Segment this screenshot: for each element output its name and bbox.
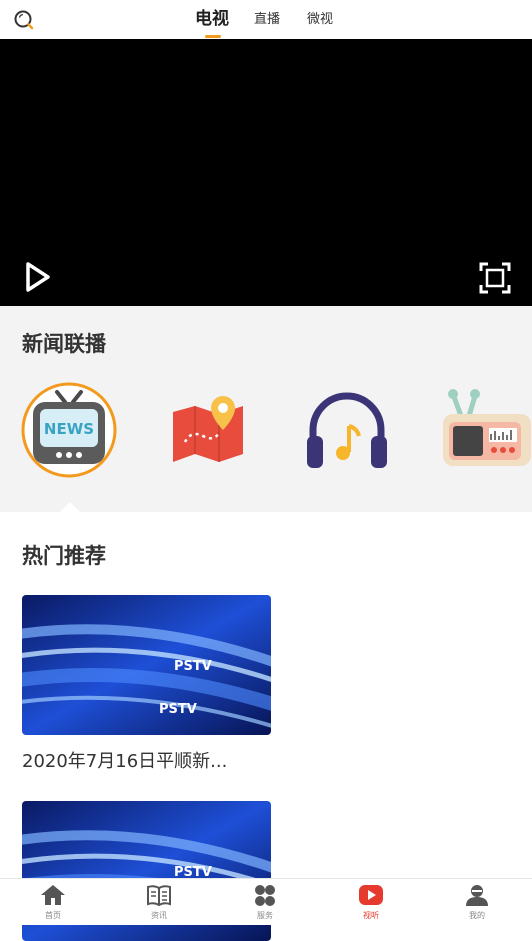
- map-pin-icon[interactable]: [161, 382, 257, 478]
- nav-home[interactable]: 首页: [0, 879, 106, 925]
- nav-media[interactable]: 视听: [318, 879, 424, 925]
- top-tabs: 电视 直播 微视: [0, 0, 532, 39]
- nav-profile[interactable]: 我的: [424, 879, 530, 925]
- svg-text:NEWS: NEWS: [44, 420, 94, 438]
- book-icon: [147, 885, 171, 907]
- home-icon: [41, 885, 65, 905]
- tab-live[interactable]: 直播: [254, 0, 280, 39]
- video-play-icon: [359, 885, 383, 905]
- nav-label: 视听: [363, 911, 379, 920]
- nav-label: 资讯: [151, 911, 167, 920]
- recommend-section-title: 热门推荐: [22, 544, 106, 568]
- pstv-logo: PSTV: [174, 659, 212, 674]
- grid-icon: [255, 885, 275, 906]
- fullscreen-icon[interactable]: [478, 261, 512, 295]
- bottom-nav: 首页 资讯 服务 视听 我的: [0, 878, 532, 925]
- channel-section-title: 新闻联播: [22, 332, 106, 356]
- headphones-music-icon[interactable]: [299, 382, 395, 478]
- radio-icon[interactable]: [439, 382, 532, 478]
- nav-news[interactable]: 资讯: [106, 879, 212, 925]
- video-player[interactable]: [0, 39, 532, 306]
- tab-microvideo[interactable]: 微视: [307, 0, 333, 39]
- user-icon: [466, 885, 488, 906]
- tab-tv[interactable]: 电视: [195, 0, 229, 39]
- play-icon[interactable]: [24, 261, 52, 293]
- nav-label: 服务: [257, 911, 273, 920]
- nav-services[interactable]: 服务: [212, 879, 318, 925]
- top-bar: 电视 直播 微视: [0, 0, 532, 40]
- nav-label: 我的: [469, 911, 485, 920]
- news-tv-icon[interactable]: NEWS: [21, 382, 117, 478]
- pstv-logo: PSTV: [159, 702, 197, 717]
- channel-section: 新闻联播 NEWS: [0, 306, 532, 512]
- video-thumbnail[interactable]: PSTV PSTV: [22, 595, 271, 735]
- active-tab-indicator: [205, 35, 221, 38]
- video-title[interactable]: 2020年7月16日平顺新...: [22, 747, 282, 773]
- nav-label: 首页: [45, 911, 61, 920]
- selected-channel-pointer: [60, 502, 80, 512]
